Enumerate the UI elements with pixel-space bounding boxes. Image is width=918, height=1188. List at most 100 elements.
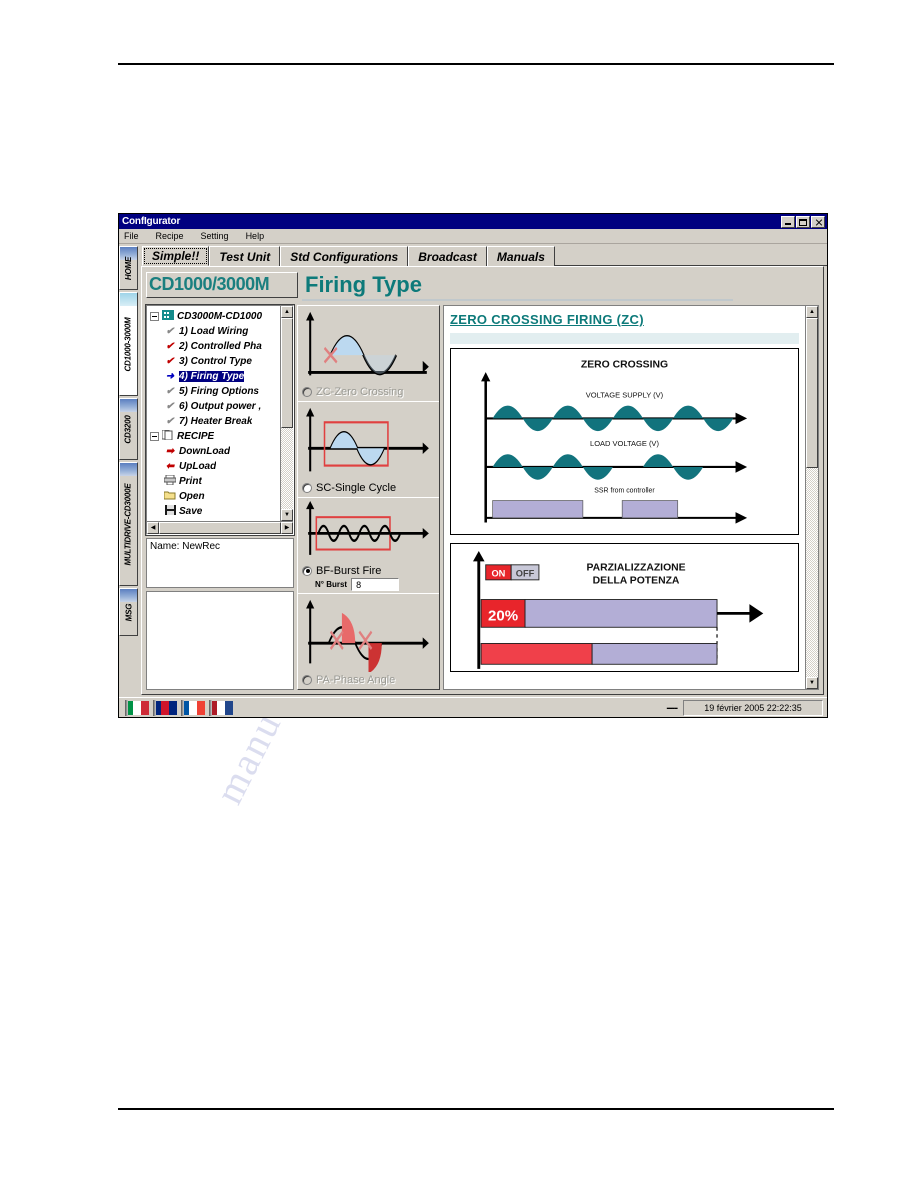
single-cycle-wave-icon (302, 405, 435, 480)
scrollbar-track[interactable] (806, 468, 818, 677)
svg-text:DELLA POTENZA: DELLA POTENZA (593, 575, 680, 586)
scrollbar-thumb[interactable] (281, 318, 293, 428)
tree-item-output-power[interactable]: ✔ 6) Output power , (150, 399, 280, 414)
radio-phase-angle[interactable] (302, 674, 312, 685)
tree-item-save[interactable]: Save (150, 504, 280, 519)
tree-item-download[interactable]: ➡ DownLoad (150, 444, 280, 459)
collapse-icon[interactable] (150, 312, 159, 321)
radio-burst-fire[interactable] (302, 565, 312, 576)
scrollbar-thumb[interactable] (806, 318, 818, 468)
tab-manuals[interactable]: Manuals (486, 246, 555, 266)
scroll-down-icon[interactable]: ▼ (281, 509, 293, 521)
vertical-tab-home[interactable]: HOME (119, 246, 138, 290)
tree-item-firing-options[interactable]: ✔ 5) Firing Options (150, 384, 280, 399)
vertical-tab-cd3200[interactable]: CD3200 (119, 398, 138, 460)
figure-zero-crossing: ZERO CROSSING VOLTAGE SUPPLY (V) LOAD VO… (450, 347, 799, 535)
option-phase-angle[interactable]: PA-Phase Angle (298, 594, 439, 689)
italy-flag-icon[interactable] (125, 699, 149, 716)
tree-horizontal-scrollbar[interactable]: ◀ ▶ (147, 521, 293, 534)
vertical-tab-cd1000-3000m[interactable]: CD1000-3000M (119, 292, 138, 396)
tree-root-node[interactable]: CD3000M-CD1000 (150, 309, 280, 324)
close-button[interactable] (811, 215, 825, 228)
radio-single-cycle[interactable] (302, 482, 312, 493)
menu-item-recipe[interactable]: Recipe (156, 231, 184, 241)
scrollbar-track[interactable] (281, 428, 293, 509)
vertical-tab-msg-label: MSG (124, 603, 133, 621)
tree-vertical-scrollbar[interactable]: ▲ ▼ (280, 306, 293, 521)
menu-item-help[interactable]: Help (246, 231, 265, 241)
tree-item-label: 5) Firing Options (179, 386, 259, 397)
radio-row-single-cycle[interactable]: SC-Single Cycle (302, 480, 435, 495)
document-viewer: ZERO CROSSING FIRING (ZC) ZERO CROSSING … (443, 305, 819, 690)
vertical-tab-cd1000-3000m-label: CD1000-3000M (124, 316, 134, 372)
france-flag-icon[interactable] (181, 699, 205, 716)
maximize-button[interactable] (796, 215, 810, 228)
left-column: CD3000M-CD1000 ✔ 1) Load Wiring ✔ 2) Con… (145, 304, 295, 690)
window-title: ConfIgurator (122, 215, 181, 227)
svg-text:20%: 20% (488, 607, 518, 624)
window-titlebar: ConfIgurator (119, 214, 827, 229)
configurator-window: ConfIgurator File Recipe Setting Help HO… (118, 213, 828, 718)
scroll-up-icon[interactable]: ▲ (281, 306, 293, 318)
tree-item-open[interactable]: Open (150, 489, 280, 504)
check-grey-icon: ✔ (165, 325, 175, 337)
svg-text:PARZIALIZZAZIONE: PARZIALIZZAZIONE (587, 563, 686, 574)
tab-std-configurations[interactable]: Std Configurations (280, 246, 409, 266)
folder-icon (163, 490, 177, 503)
content-area: CD1000/3000M Firing Type CD3000M-CD1000 … (141, 266, 824, 695)
vertical-tab-multidrive-cd3000e[interactable]: MULTIDRIVE-CD3000E (119, 462, 138, 586)
minimize-button[interactable] (781, 215, 795, 228)
tree-item-label: Save (179, 506, 203, 517)
tree-item-print[interactable]: Print (150, 474, 280, 489)
tab-bar: Simple!! Test Unit Std Configurations Br… (138, 244, 827, 266)
uk-flag-icon[interactable] (153, 699, 177, 716)
svg-text:SSR from controller: SSR from controller (594, 487, 655, 494)
tree-item-label: DownLoad (179, 446, 231, 457)
tree-item-firing-type[interactable]: ➜ 4) Firing Type (150, 369, 280, 384)
tab-broadcast[interactable]: Broadcast (408, 246, 487, 266)
radio-row-zero-crossing[interactable]: ZC-Zero Crossing (302, 384, 435, 399)
document-heading: ZERO CROSSING FIRING (ZC) (450, 312, 644, 327)
vertical-tab-cd3200-label: CD3200 (124, 414, 133, 444)
svg-text:VOLTAGE SUPPLY (V): VOLTAGE SUPPLY (V) (586, 390, 664, 399)
burst-count-input[interactable]: 8 (351, 578, 400, 591)
scroll-up-icon[interactable]: ▲ (806, 306, 818, 318)
option-burst-fire[interactable]: BF-Burst Fire N° Burst 8 (298, 498, 439, 594)
option-zero-crossing[interactable]: ZC-Zero Crossing (298, 306, 439, 402)
menu-item-file[interactable]: File (124, 231, 139, 241)
vertical-tab-msg[interactable]: MSG (119, 588, 138, 636)
tree-item-upload[interactable]: ⬅ UpLoad (150, 459, 280, 474)
option-single-cycle[interactable]: SC-Single Cycle (298, 402, 439, 498)
tree-item-controlled-phase[interactable]: ✔ 2) Controlled Pha (150, 339, 280, 354)
recipe-name-text: Name: NewRec (150, 541, 221, 552)
device-selector[interactable]: CD1000/3000M (146, 271, 298, 298)
tree-item-load-wiring[interactable]: ✔ 1) Load Wiring (150, 324, 280, 339)
recipe-name-pane: Name: NewRec (146, 538, 294, 588)
netherlands-flag-icon[interactable] (209, 699, 233, 716)
tab-test-unit[interactable]: Test Unit (209, 246, 281, 266)
figure-power-modulation: ON OFF PARZIALIZZAZIONE DELLA POTENZA 20… (450, 542, 799, 673)
page-footer-rule (118, 1108, 834, 1110)
scroll-left-icon[interactable]: ◀ (147, 522, 159, 534)
option-label-phase-angle: PA-Phase Angle (316, 673, 396, 686)
radio-row-phase-angle[interactable]: PA-Phase Angle (302, 672, 435, 687)
tree-item-control-type[interactable]: ✔ 3) Control Type (150, 354, 280, 369)
phase-angle-wave-icon (302, 597, 435, 672)
notes-pane[interactable] (146, 591, 294, 690)
menu-item-setting[interactable]: Setting (201, 231, 229, 241)
tree-item-label: 1) Load Wiring (179, 326, 249, 337)
document-vertical-scrollbar[interactable]: ▲ ▼ (805, 306, 818, 689)
radio-row-burst-fire[interactable]: BF-Burst Fire (302, 563, 435, 578)
scroll-down-icon[interactable]: ▼ (806, 677, 818, 689)
check-grey-icon: ✔ (165, 415, 175, 427)
tree-group-recipe[interactable]: RECIPE (150, 429, 280, 444)
scrollbar-thumb-horizontal[interactable] (159, 522, 281, 534)
device-icon (161, 310, 175, 323)
radio-zero-crossing[interactable] (302, 386, 312, 397)
scroll-right-icon[interactable]: ▶ (281, 522, 293, 534)
tree-item-heater-break[interactable]: ✔ 7) Heater Break (150, 414, 280, 429)
tab-simple[interactable]: Simple!! (142, 246, 210, 266)
collapse-icon[interactable] (150, 432, 159, 441)
menu-bar: File Recipe Setting Help (119, 229, 827, 244)
zero-crossing-wave-icon (302, 309, 435, 384)
